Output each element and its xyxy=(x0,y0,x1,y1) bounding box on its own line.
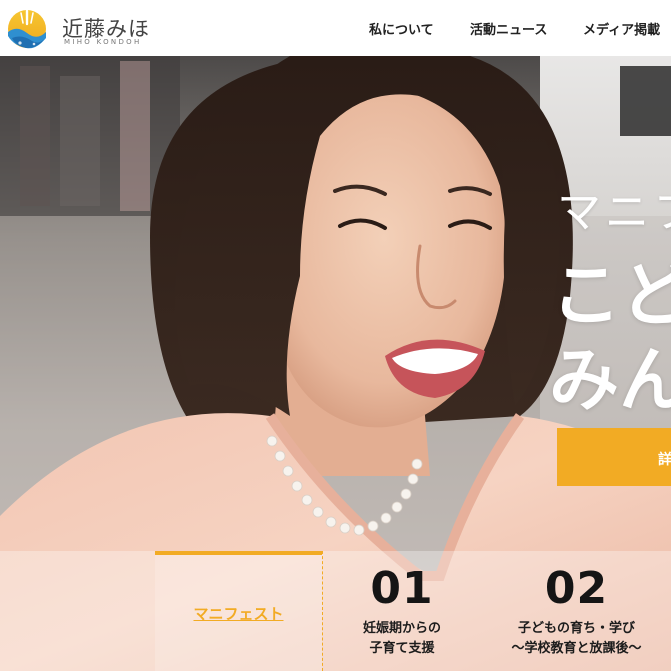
tab-item-01[interactable]: 01 妊娠期からの 子育て支援 xyxy=(322,551,482,671)
tab-number: 01 xyxy=(370,563,434,614)
logo-subtitle: MIHO KONDOH xyxy=(64,38,142,46)
tab-item-02[interactable]: 02 子どもの育ち・学び ～学校教育と放課後～ xyxy=(482,551,671,671)
tab-title-line2: 子育て支援 xyxy=(369,641,435,656)
nav-news[interactable]: 活動ニュース xyxy=(470,19,547,38)
hero-heading-line1: マニフ xyxy=(557,187,671,238)
hero-heading-line3: みん xyxy=(549,339,671,421)
tab-title-line1: 妊娠期からの xyxy=(362,621,441,636)
tab-number: 02 xyxy=(544,563,609,614)
manifesto-tabs: マニフェスト 01 妊娠期からの 子育て支援 02 子どもの育ち・学び ～学校教… xyxy=(0,551,671,671)
site-logo[interactable]: 近藤みほ MIHO KONDOH xyxy=(6,8,166,50)
tab-title-line2: ～学校教育と放課後～ xyxy=(511,641,642,656)
tab-manifest-label[interactable]: マニフェスト xyxy=(155,603,322,624)
logo-mark-icon xyxy=(8,9,46,49)
site-header: 近藤みほ MIHO KONDOH 私について 活動ニュース メディア掲載 xyxy=(0,0,671,56)
nav-about[interactable]: 私について xyxy=(369,19,434,38)
nav-media[interactable]: メディア掲載 xyxy=(583,19,660,38)
tab-title-line1: 子どもの育ち・学び xyxy=(517,621,635,636)
details-button[interactable]: 詳 xyxy=(557,428,671,486)
tab-manifest[interactable]: マニフェスト xyxy=(155,551,322,671)
